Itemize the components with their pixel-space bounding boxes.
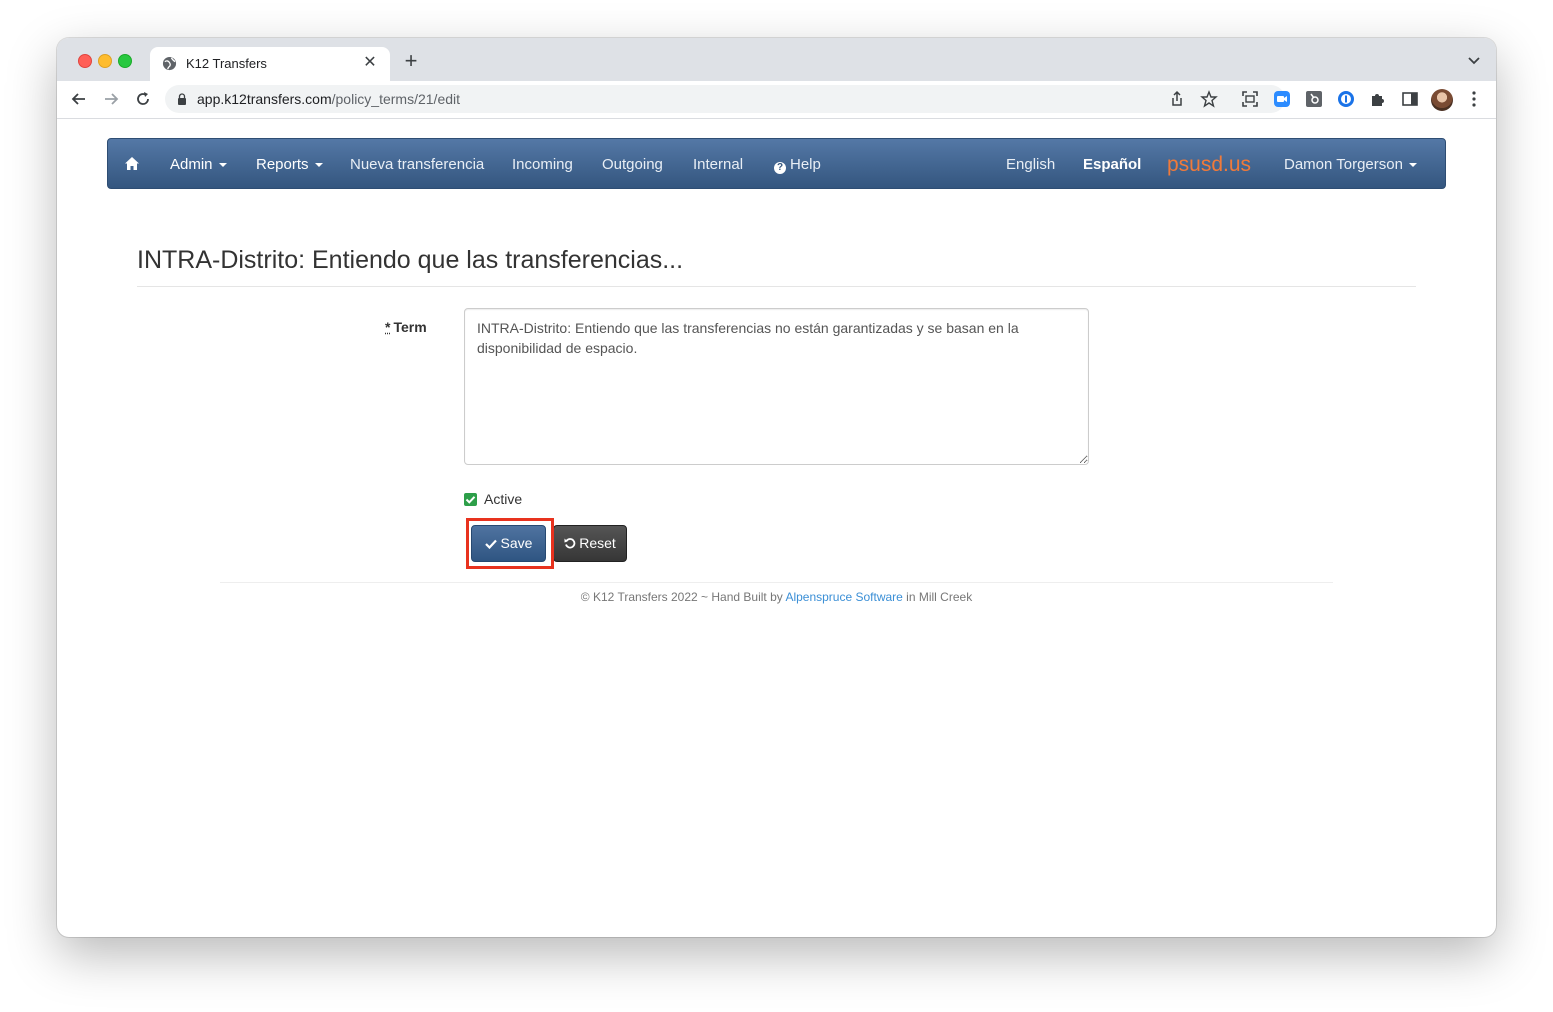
footer-divider	[220, 582, 1333, 583]
zoom-extension-icon[interactable]	[1273, 90, 1291, 108]
share-icon[interactable]	[1168, 90, 1186, 108]
address-bar[interactable]: app.k12transfers.com/policy_terms/21/edi…	[165, 85, 1285, 113]
required-marker: *	[385, 319, 391, 335]
tab-close-icon[interactable]: ✕	[360, 53, 380, 73]
nav-lang-spanish[interactable]: Español	[1083, 139, 1141, 190]
tab-search-chevron-icon[interactable]	[1466, 52, 1482, 68]
active-checkbox[interactable]	[464, 493, 477, 506]
browser-toolbar: app.k12transfers.com/policy_terms/21/edi…	[57, 81, 1496, 119]
nav-help[interactable]: ? Help	[774, 139, 821, 190]
term-label: * Term	[385, 319, 427, 335]
chevron-down-icon	[218, 163, 227, 168]
footer-link[interactable]: Alpenspruce Software	[785, 590, 902, 604]
reset-button[interactable]: Reset	[553, 525, 627, 562]
more-menu-icon[interactable]	[1469, 90, 1479, 108]
close-window-button[interactable]	[78, 54, 92, 68]
tab-strip: K12 Transfers ✕ +	[57, 38, 1496, 81]
lock-icon	[178, 93, 186, 105]
question-circle-icon: ?	[774, 162, 786, 174]
forward-arrow-icon[interactable]	[101, 89, 121, 109]
nav-admin[interactable]: Admin	[170, 139, 227, 190]
tab-title: K12 Transfers	[186, 56, 267, 71]
district-link[interactable]: psusd.us	[1167, 139, 1251, 190]
footer: © K12 Transfers 2022 ~ Hand Built by Alp…	[57, 590, 1496, 604]
term-textarea[interactable]: INTRA-Distrito: Entiendo que las transfe…	[464, 308, 1089, 465]
zoom-window-button[interactable]	[118, 54, 132, 68]
chevron-down-icon	[314, 163, 323, 168]
nav-reports[interactable]: Reports	[256, 139, 323, 190]
save-highlight-box	[466, 518, 554, 569]
title-divider	[137, 286, 1416, 287]
new-tab-icon[interactable]: +	[400, 50, 422, 72]
back-arrow-icon[interactable]	[69, 89, 89, 109]
url-text: app.k12transfers.com/policy_terms/21/edi…	[197, 91, 461, 107]
footer-suffix: in Mill Creek	[902, 590, 973, 604]
footer-text: © K12 Transfers 2022 ~ Hand Built by	[580, 590, 786, 604]
browser-window: K12 Transfers ✕ + app.k12transfers.com/p…	[57, 38, 1496, 937]
active-label[interactable]: Active	[484, 491, 522, 507]
nav-nueva-transferencia[interactable]: Nueva transferencia	[350, 139, 484, 190]
reload-icon[interactable]	[133, 89, 153, 109]
browser-tab[interactable]: K12 Transfers ✕	[150, 47, 390, 81]
screenshot-icon[interactable]	[1241, 90, 1259, 108]
page-title: INTRA-Distrito: Entiendo que las transfe…	[137, 246, 684, 274]
app-navbar: Admin Reports Nueva transferencia Incomi…	[107, 138, 1446, 189]
password-manager-icon[interactable]	[1337, 90, 1355, 108]
nav-outgoing[interactable]: Outgoing	[602, 139, 663, 190]
undo-icon	[564, 538, 576, 549]
nav-internal[interactable]: Internal	[693, 139, 743, 190]
profile-avatar[interactable]	[1431, 89, 1453, 111]
hubspot-extension-icon[interactable]	[1305, 90, 1323, 108]
home-icon[interactable]	[124, 156, 140, 171]
nav-lang-english[interactable]: English	[1006, 139, 1055, 190]
extensions-puzzle-icon[interactable]	[1369, 90, 1387, 108]
globe-icon	[162, 56, 177, 71]
nav-user-menu[interactable]: Damon Torgerson	[1284, 139, 1417, 190]
nav-incoming[interactable]: Incoming	[512, 139, 573, 190]
star-icon[interactable]	[1200, 90, 1218, 108]
chevron-down-icon	[1408, 163, 1417, 168]
side-panel-icon[interactable]	[1401, 90, 1419, 108]
checkmark-icon	[465, 496, 476, 504]
minimize-window-button[interactable]	[98, 54, 112, 68]
